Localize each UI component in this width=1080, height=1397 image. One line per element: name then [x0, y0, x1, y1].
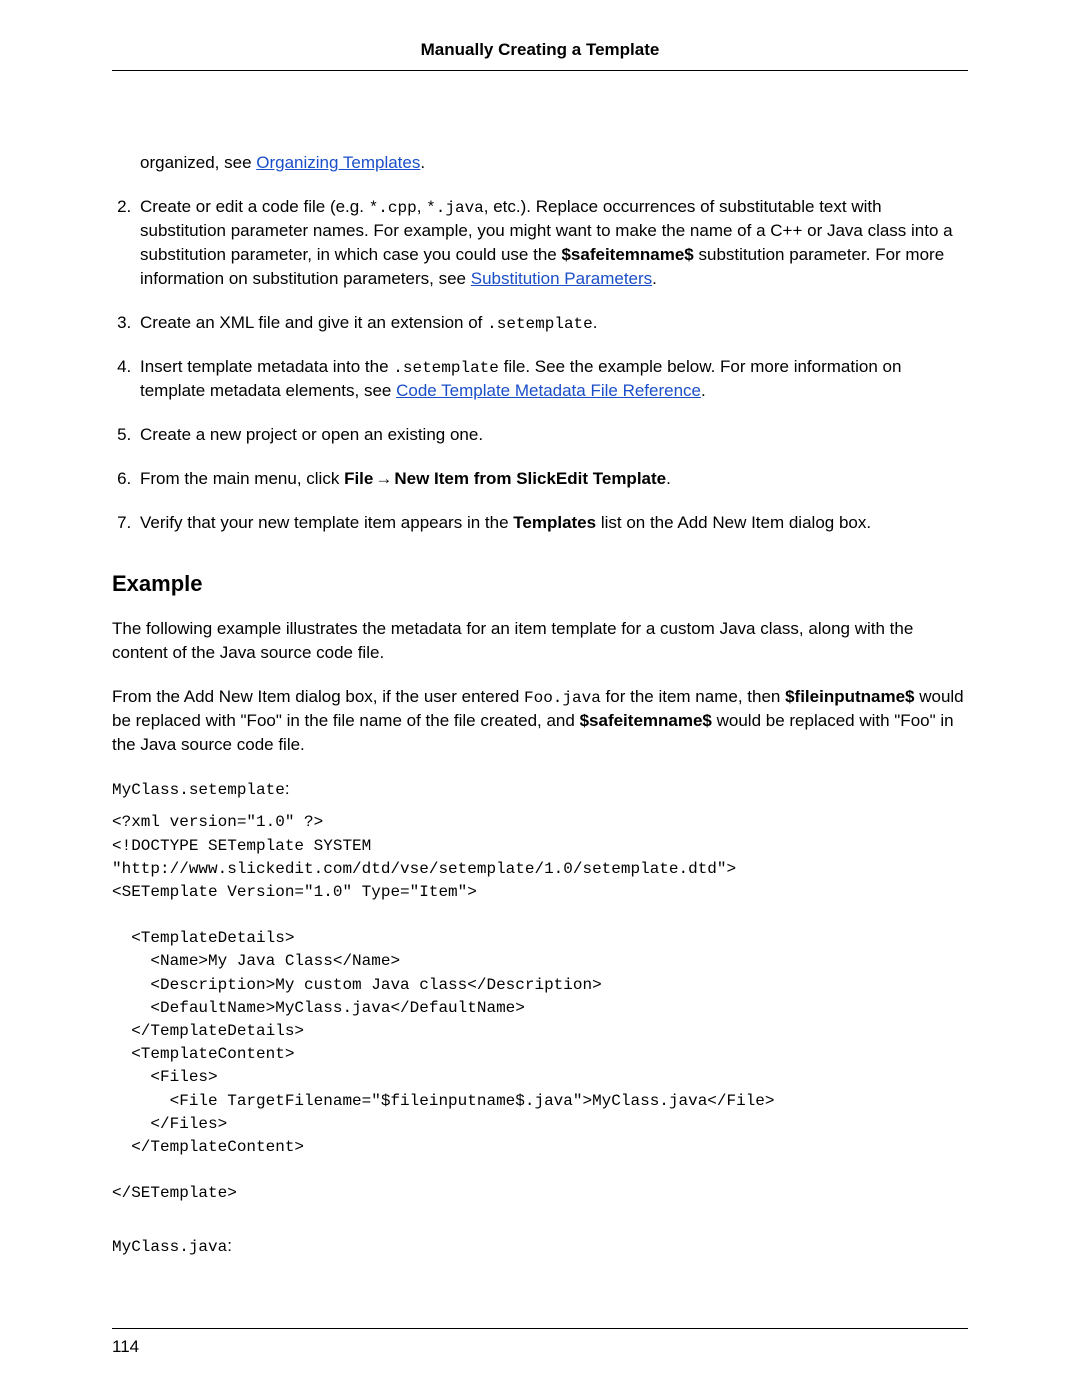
- page-number: 114: [112, 1337, 139, 1356]
- step-5: Create a new project or open an existing…: [136, 423, 968, 447]
- link-organizing-templates[interactable]: Organizing Templates: [256, 153, 420, 172]
- step-2: Create or edit a code file (e.g. *.cpp, …: [136, 195, 968, 291]
- step-6: From the main menu, click File → New Ite…: [136, 467, 968, 491]
- s4-pre: Insert template metadata into the: [140, 357, 393, 376]
- s6-bold1: File: [344, 469, 373, 488]
- header-title: Manually Creating a Template: [421, 40, 660, 59]
- p2-mid1: for the item name, then: [601, 687, 785, 706]
- intro-pre: organized, see: [140, 153, 256, 172]
- page: Manually Creating a Template organized, …: [0, 0, 1080, 1397]
- file2-label-line: MyClass.java:: [112, 1234, 968, 1258]
- steps-list: Create or edit a code file (e.g. *.cpp, …: [112, 195, 968, 535]
- xml-code-block: <?xml version="1.0" ?> <!DOCTYPE SETempl…: [112, 811, 968, 1205]
- step-4: Insert template metadata into the .setem…: [136, 355, 968, 403]
- s2-text1: Create or edit a code file (e.g.: [140, 197, 369, 216]
- s2-code1: *.cpp: [369, 199, 417, 217]
- example-p1: The following example illustrates the me…: [112, 617, 968, 665]
- file1-label-line: MyClass.setemplate:: [112, 777, 968, 801]
- s7-suffix: list on the Add New Item dialog box.: [596, 513, 871, 532]
- file1-colon: :: [285, 779, 290, 798]
- s2-bold1: $safeitemname$: [561, 245, 693, 264]
- p2-pre: From the Add New Item dialog box, if the…: [112, 687, 524, 706]
- s5-text: Create a new project or open an existing…: [140, 425, 483, 444]
- file2-colon: :: [227, 1236, 232, 1255]
- content-area: organized, see Organizing Templates. Cre…: [112, 151, 968, 1258]
- s2-code2: *.java: [426, 199, 484, 217]
- link-metadata-reference[interactable]: Code Template Metadata File Reference: [396, 381, 701, 400]
- example-p2: From the Add New Item dialog box, if the…: [112, 685, 968, 757]
- file1-label: MyClass.setemplate: [112, 781, 285, 799]
- s3-code: .setemplate: [487, 315, 593, 333]
- s7-pre: Verify that your new template item appea…: [140, 513, 513, 532]
- s3-pre: Create an XML file and give it an extens…: [140, 313, 487, 332]
- s2-suffix: .: [652, 269, 657, 288]
- s6-bold2: New Item from SlickEdit Template: [394, 469, 666, 488]
- step-3: Create an XML file and give it an extens…: [136, 311, 968, 335]
- page-header: Manually Creating a Template: [112, 40, 968, 71]
- link-substitution-parameters[interactable]: Substitution Parameters: [471, 269, 652, 288]
- page-footer: 114: [112, 1328, 968, 1357]
- p2-code: Foo.java: [524, 689, 601, 707]
- step-7: Verify that your new template item appea…: [136, 511, 968, 535]
- arrow-icon: →: [373, 467, 394, 491]
- intro-continuation: organized, see Organizing Templates.: [112, 151, 968, 175]
- example-heading: Example: [112, 569, 968, 600]
- s6-pre: From the main menu, click: [140, 469, 344, 488]
- s6-suffix: .: [666, 469, 671, 488]
- s2-mid1: ,: [417, 197, 426, 216]
- file2-label: MyClass.java: [112, 1238, 227, 1256]
- s4-code: .setemplate: [393, 359, 499, 377]
- s7-bold: Templates: [513, 513, 596, 532]
- intro-suffix: .: [420, 153, 425, 172]
- s4-suffix: .: [701, 381, 706, 400]
- s3-suffix: .: [593, 313, 598, 332]
- p2-bold2: $safeitemname$: [580, 711, 712, 730]
- p2-bold1: $fileinputname$: [785, 687, 914, 706]
